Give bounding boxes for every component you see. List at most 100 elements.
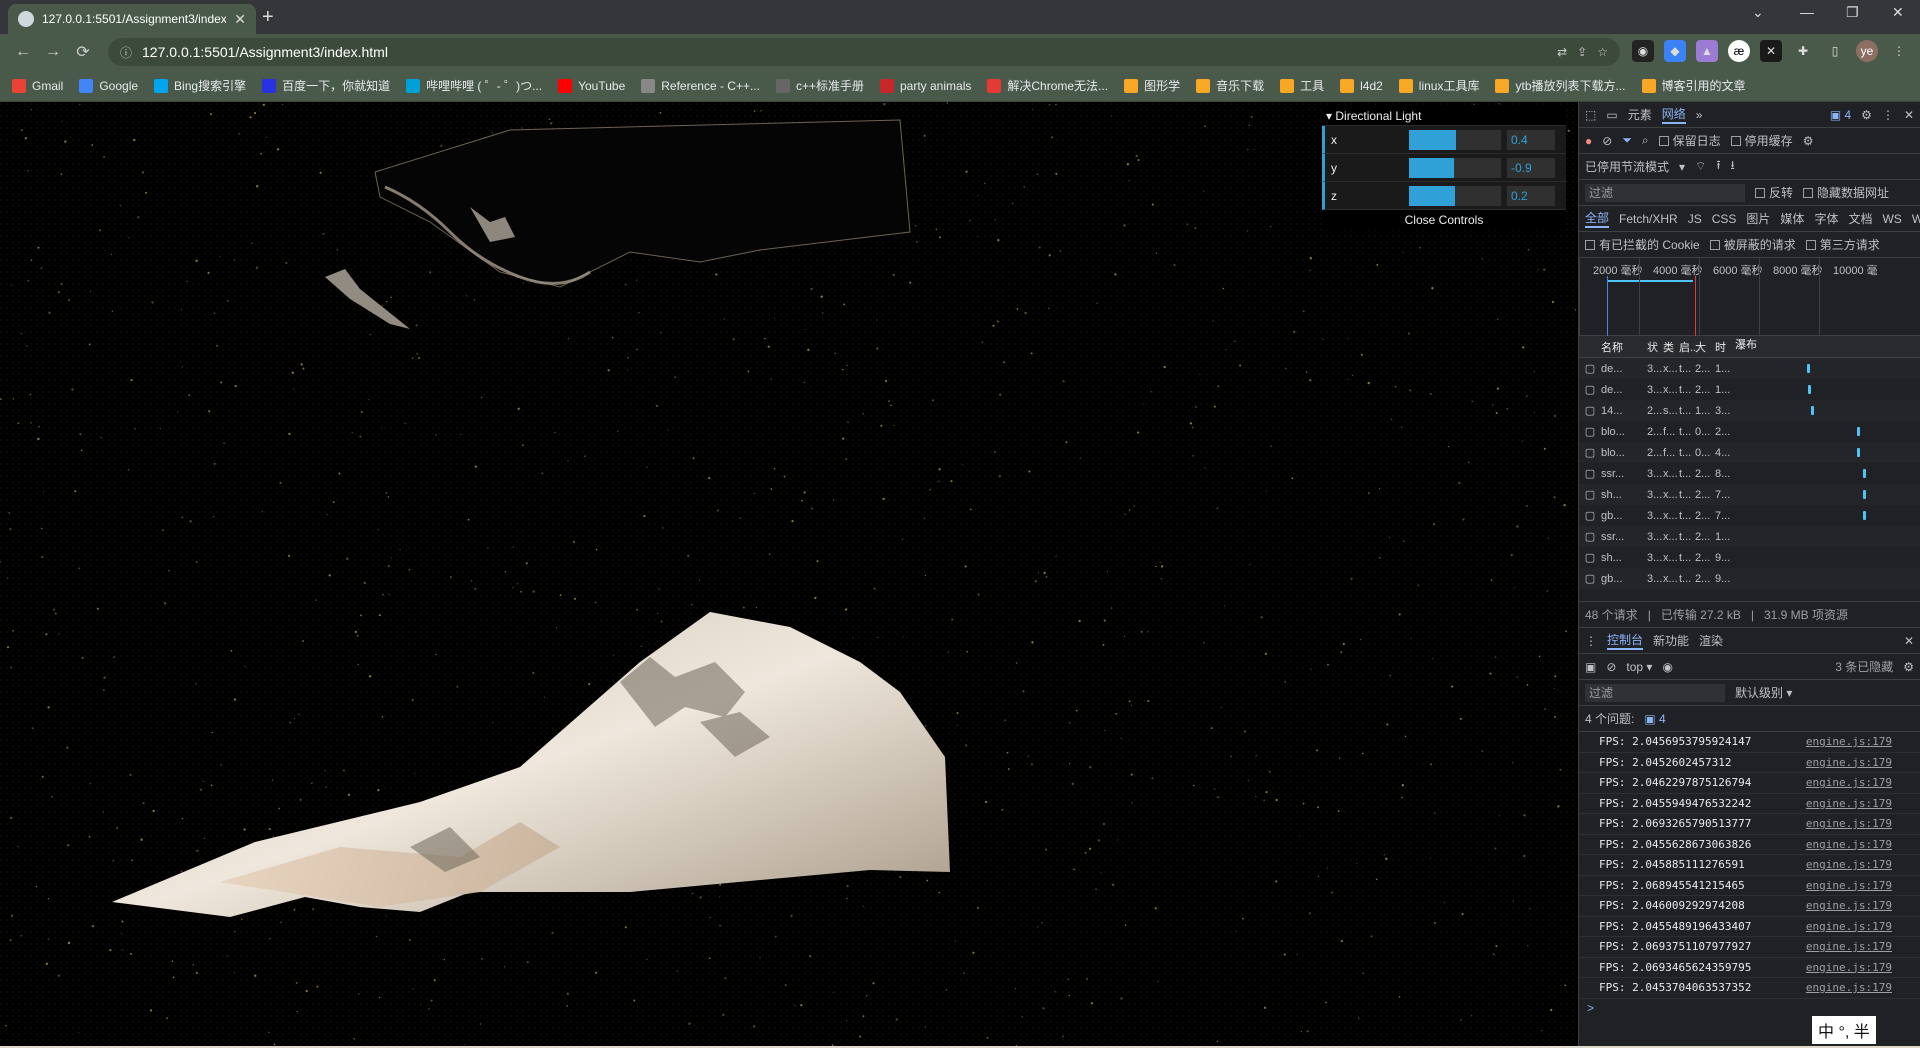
- close-controls-button[interactable]: Close Controls: [1322, 210, 1566, 230]
- console-filter-input[interactable]: 过滤: [1585, 683, 1725, 702]
- bookmark-item[interactable]: 博客引用的文章: [1641, 77, 1746, 94]
- source-link[interactable]: engine.js:179: [1806, 756, 1892, 769]
- source-link[interactable]: engine.js:179: [1806, 735, 1892, 748]
- network-filter-input[interactable]: 过滤: [1585, 183, 1745, 202]
- source-link[interactable]: engine.js:179: [1806, 981, 1892, 994]
- table-row[interactable]: ▢ ssr... 3... x... t... 2... 8...: [1579, 463, 1920, 484]
- gui-slider[interactable]: [1409, 129, 1501, 150]
- clear-icon[interactable]: ⊘: [1602, 134, 1612, 148]
- bookmark-item[interactable]: linux工具库: [1398, 77, 1479, 94]
- drawer-menu-icon[interactable]: ⋮: [1585, 634, 1597, 648]
- bookmark-item[interactable]: 百度一下，你就知道: [262, 77, 390, 94]
- column-header[interactable]: 启...: [1679, 339, 1695, 355]
- bookmark-item[interactable]: Bing搜索引擎: [154, 77, 246, 94]
- bookmark-item[interactable]: party animals: [880, 78, 971, 93]
- sidebar-toggle-icon[interactable]: ▣: [1585, 660, 1596, 674]
- bookmark-item[interactable]: ytb播放列表下载方...: [1495, 77, 1626, 94]
- close-drawer-icon[interactable]: ✕: [1904, 634, 1914, 648]
- table-row[interactable]: ▢ de... 3... x... t... 2... 1...: [1579, 358, 1920, 379]
- gui-number-input[interactable]: 0.2: [1507, 185, 1555, 206]
- type-filter-button[interactable]: 图片: [1746, 210, 1770, 227]
- extension-icon[interactable]: æ: [1728, 40, 1750, 62]
- clear-console-icon[interactable]: ⊘: [1606, 660, 1616, 674]
- hide-data-urls-checkbox[interactable]: 隐藏数据网址: [1803, 184, 1889, 201]
- more-tabs-icon[interactable]: »: [1696, 108, 1703, 122]
- gui-folder-title[interactable]: ▾ Directional Light: [1322, 106, 1566, 126]
- log-level-select[interactable]: 默认级别 ▾: [1735, 684, 1792, 701]
- type-filter-button[interactable]: 字体: [1814, 210, 1838, 227]
- table-row[interactable]: ▢ de... 3... x... t... 2... 1...: [1579, 379, 1920, 400]
- browser-tab[interactable]: 127.0.0.1:5501/Assignment3/index.html ✕: [8, 4, 256, 34]
- kebab-menu-icon[interactable]: ⋮: [1882, 108, 1894, 122]
- bookmark-item[interactable]: Google: [79, 78, 138, 93]
- column-header[interactable]: 时: [1715, 339, 1735, 355]
- bookmark-item[interactable]: 哔哩哔哩 ( ゜- ゜)つ...: [406, 77, 542, 94]
- forward-icon[interactable]: →: [38, 43, 68, 61]
- throttle-select[interactable]: 已停用节流模式: [1585, 158, 1669, 175]
- table-row[interactable]: ▢ sh... 3... x... t... 2... 7...: [1579, 484, 1920, 505]
- live-expression-eye-icon[interactable]: ◉: [1662, 660, 1672, 674]
- table-row[interactable]: ▢ gb... 3... x... t... 2... 9...: [1579, 568, 1920, 589]
- blocked-cookies-checkbox[interactable]: 有已拦截的 Cookie: [1585, 236, 1700, 253]
- console-prompt[interactable]: >: [1579, 999, 1920, 1017]
- translate-icon[interactable]: ⇄: [1557, 45, 1567, 59]
- extension-icon[interactable]: ▲: [1696, 40, 1718, 62]
- bookmark-item[interactable]: YouTube: [558, 78, 625, 93]
- tab-whats-new[interactable]: 新功能: [1653, 632, 1689, 649]
- sidepanel-icon[interactable]: ▯: [1824, 40, 1846, 62]
- search-icon[interactable]: ⌕: [1642, 133, 1649, 148]
- address-bar[interactable]: ⓘ 127.0.0.1:5501/Assignment3/index.html …: [108, 38, 1620, 66]
- source-link[interactable]: engine.js:179: [1806, 776, 1892, 789]
- network-settings-icon[interactable]: ⚙: [1803, 134, 1814, 148]
- source-link[interactable]: engine.js:179: [1806, 899, 1892, 912]
- table-row[interactable]: ▢ blo... 2... f... t... 0... 4...: [1579, 442, 1920, 463]
- profile-avatar[interactable]: ye: [1856, 40, 1878, 62]
- restore-button[interactable]: ❐: [1846, 4, 1859, 21]
- bookmark-item[interactable]: l4d2: [1340, 78, 1383, 93]
- extension-icon[interactable]: ◆: [1664, 40, 1686, 62]
- close-devtools-icon[interactable]: ✕: [1904, 108, 1914, 122]
- minimize-button[interactable]: —: [1800, 4, 1814, 20]
- import-icon[interactable]: ⭱: [1716, 156, 1720, 177]
- ime-indicator[interactable]: 中 °, 半: [1812, 1016, 1876, 1044]
- tab-console[interactable]: 控制台: [1607, 631, 1644, 650]
- extension-icon[interactable]: ✕: [1760, 40, 1782, 62]
- bookmark-star-icon[interactable]: ☆: [1597, 45, 1608, 59]
- menu-icon[interactable]: ⋮: [1888, 40, 1910, 62]
- type-filter-button[interactable]: 文档: [1848, 210, 1872, 227]
- table-row[interactable]: ▢ 14... 2... s... t... 1... 3...: [1579, 400, 1920, 421]
- reload-icon[interactable]: ⟳: [68, 42, 98, 62]
- gui-number-input[interactable]: 0.4: [1507, 129, 1555, 150]
- close-window-button[interactable]: ✕: [1892, 4, 1904, 21]
- issues-link[interactable]: ▣ 4: [1644, 712, 1665, 726]
- tab-search-icon[interactable]: ⌄: [1752, 4, 1764, 21]
- tab-elements[interactable]: 元素: [1628, 106, 1652, 123]
- column-header[interactable]: 类: [1663, 339, 1679, 355]
- source-link[interactable]: engine.js:179: [1806, 838, 1892, 851]
- type-filter-button[interactable]: CSS: [1712, 212, 1737, 226]
- source-link[interactable]: engine.js:179: [1806, 797, 1892, 810]
- inspect-icon[interactable]: ⬚: [1585, 108, 1596, 122]
- invert-checkbox[interactable]: 反转: [1755, 184, 1793, 201]
- table-row[interactable]: ▢ ssr... 3... x... t... 2... 1...: [1579, 526, 1920, 547]
- column-header[interactable]: 瀑布: [1735, 336, 1920, 357]
- type-filter-button[interactable]: 全部: [1585, 209, 1610, 228]
- new-tab-button[interactable]: +: [262, 6, 274, 29]
- bookmark-item[interactable]: 工具: [1280, 77, 1324, 94]
- tab-rendering[interactable]: 渲染: [1699, 632, 1723, 649]
- console-settings-icon[interactable]: ⚙: [1903, 660, 1914, 674]
- table-row[interactable]: ▢ gb... 3... x... t... 2... 7...: [1579, 505, 1920, 526]
- bookmark-item[interactable]: 解决Chrome无法...: [987, 77, 1108, 94]
- gui-number-input[interactable]: -0.9: [1507, 157, 1555, 178]
- third-party-checkbox[interactable]: 第三方请求: [1805, 236, 1880, 253]
- source-link[interactable]: engine.js:179: [1806, 920, 1892, 933]
- device-toolbar-icon[interactable]: ▭: [1606, 108, 1617, 122]
- info-icon[interactable]: ⓘ: [120, 44, 132, 61]
- type-filter-button[interactable]: WS: [1882, 212, 1901, 226]
- type-filter-button[interactable]: Fetch/XHR: [1619, 212, 1678, 226]
- source-link[interactable]: engine.js:179: [1806, 879, 1892, 892]
- table-row[interactable]: ▢ blo... 2... f... t... 0... 2...: [1579, 421, 1920, 442]
- bookmark-item[interactable]: 图形学: [1124, 77, 1180, 94]
- gui-slider[interactable]: [1409, 157, 1501, 178]
- type-filter-button[interactable]: JS: [1688, 212, 1702, 226]
